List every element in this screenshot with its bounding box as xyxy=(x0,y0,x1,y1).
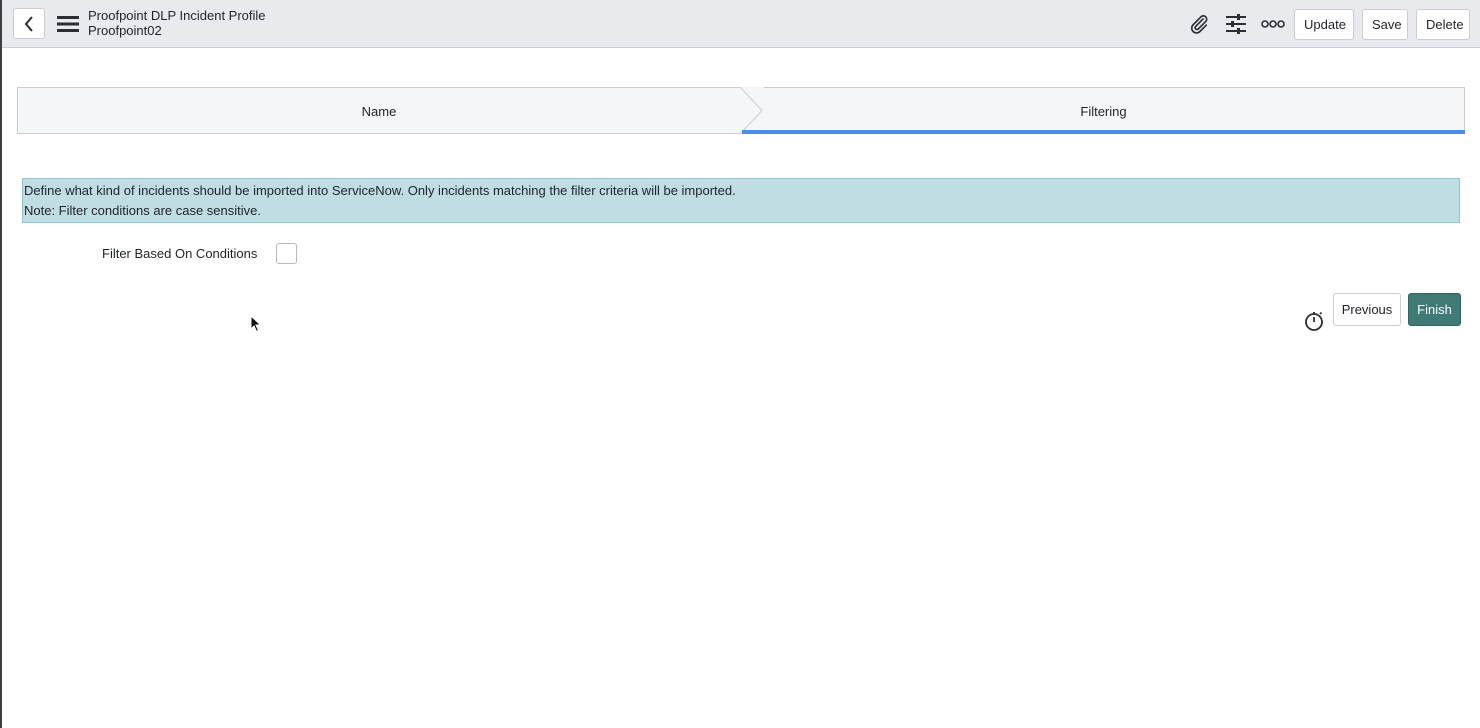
personalize-form-button[interactable] xyxy=(1223,12,1249,36)
filter-conditions-checkbox[interactable] xyxy=(276,243,297,264)
update-button[interactable]: Update xyxy=(1294,9,1354,40)
menu-icon[interactable] xyxy=(57,14,79,34)
info-line-2: Note: Filter conditions are case sensiti… xyxy=(24,203,261,218)
window-edge xyxy=(0,0,2,728)
more-options-button[interactable] xyxy=(1260,12,1286,36)
step-name[interactable]: Name xyxy=(18,104,740,119)
info-line-1: Define what kind of incidents should be … xyxy=(24,183,736,198)
back-icon xyxy=(24,15,33,32)
back-button[interactable] xyxy=(13,8,45,39)
attachment-button[interactable] xyxy=(1186,12,1212,36)
delete-button[interactable]: Delete xyxy=(1416,9,1470,40)
save-button[interactable]: Save xyxy=(1362,9,1408,40)
timer-icon[interactable] xyxy=(1303,310,1325,332)
wizard-stepper: Name Filtering xyxy=(17,87,1465,134)
info-message: Define what kind of incidents should be … xyxy=(22,178,1460,223)
previous-button[interactable]: Previous xyxy=(1333,293,1401,326)
more-icon xyxy=(1261,20,1285,28)
record-name: Proofpoint02 xyxy=(88,23,162,38)
finish-button[interactable]: Finish xyxy=(1408,293,1461,326)
sliders-icon xyxy=(1226,14,1246,34)
paperclip-icon xyxy=(1190,15,1208,34)
active-step-indicator xyxy=(742,130,1465,134)
form-titles: Proofpoint DLP Incident Profile Proofpoi… xyxy=(88,8,266,38)
step-filtering[interactable]: Filtering xyxy=(742,104,1465,119)
form-header: Proofpoint DLP Incident Profile Proofpoi… xyxy=(2,0,1480,48)
mouse-cursor-icon xyxy=(250,315,262,333)
filter-conditions-label: Filter Based On Conditions xyxy=(102,246,258,261)
form-title: Proofpoint DLP Incident Profile xyxy=(88,8,266,23)
